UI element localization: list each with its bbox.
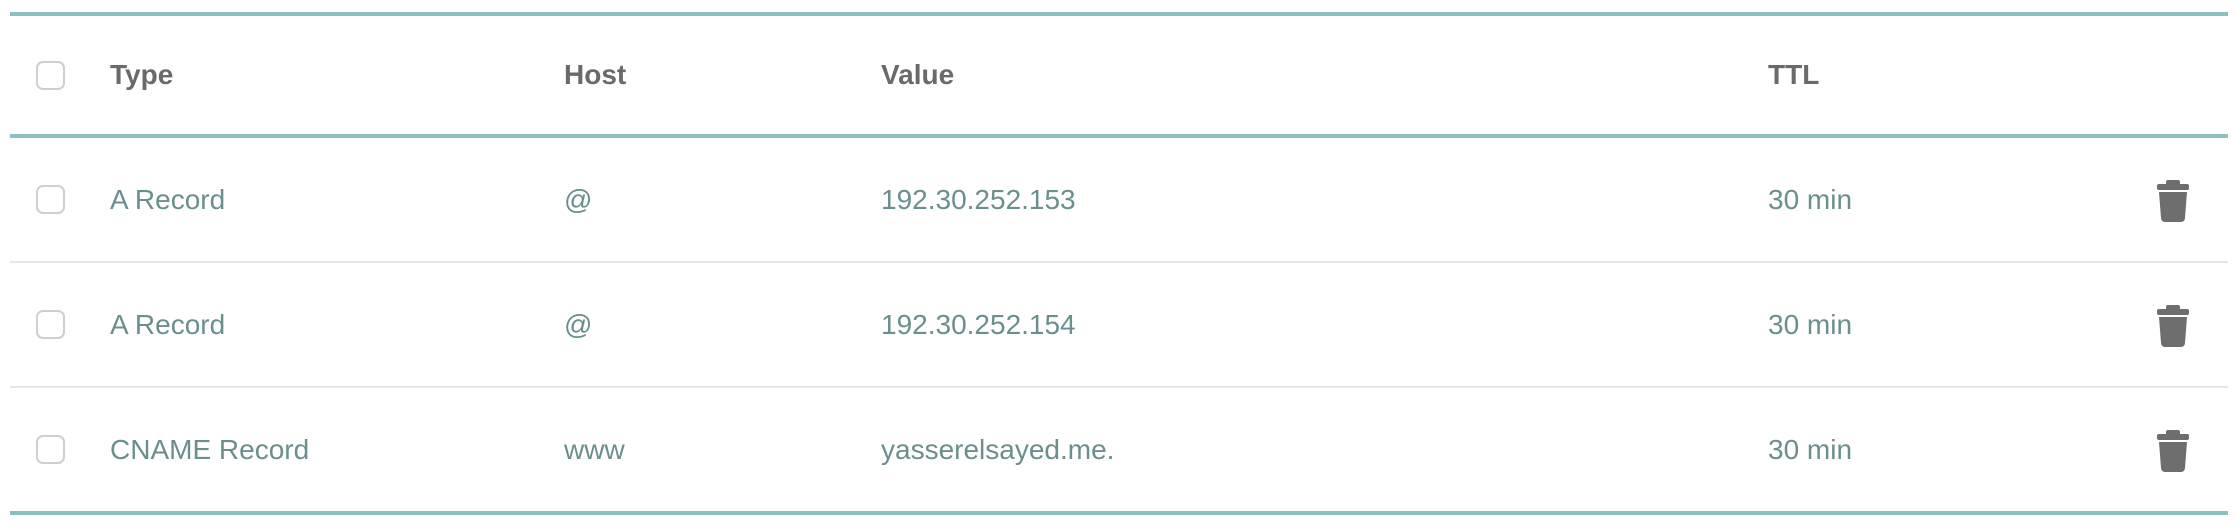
row-checkbox[interactable] [36, 435, 65, 464]
column-header-type[interactable]: Type [110, 59, 173, 91]
record-type: CNAME Record [110, 433, 310, 465]
trash-icon[interactable] [2156, 303, 2190, 347]
record-value: yasserelsayed.me. [881, 433, 1115, 465]
select-all-checkbox[interactable] [36, 60, 65, 90]
column-header-host[interactable]: Host [564, 59, 626, 91]
row-checkbox[interactable] [36, 310, 65, 339]
record-ttl: 30 min [1768, 433, 1853, 465]
record-host: @ [564, 183, 593, 215]
column-header-value[interactable]: Value [881, 59, 954, 91]
record-value: 192.30.252.154 [881, 308, 1076, 340]
column-header-ttl[interactable]: TTL [1768, 59, 1819, 91]
table-header-row: Type Host Value TTL [10, 16, 2228, 138]
record-ttl: 30 min [1768, 308, 1853, 340]
dns-records-table: Type Host Value TTL A Record @ 192.30.25… [10, 12, 2228, 515]
table-row: A Record @ 192.30.252.154 30 min [10, 263, 2228, 388]
row-checkbox[interactable] [36, 185, 65, 214]
trash-icon[interactable] [2156, 178, 2190, 222]
record-type: A Record [110, 308, 226, 340]
record-value: 192.30.252.153 [881, 183, 1076, 215]
table-row: CNAME Record www yasserelsayed.me. 30 mi… [10, 388, 2228, 515]
record-host: @ [564, 308, 593, 340]
record-ttl: 30 min [1768, 183, 1853, 215]
record-type: A Record [110, 183, 226, 215]
trash-icon[interactable] [2156, 428, 2190, 472]
record-host: www [564, 433, 625, 465]
table-row: A Record @ 192.30.252.153 30 min [10, 138, 2228, 263]
